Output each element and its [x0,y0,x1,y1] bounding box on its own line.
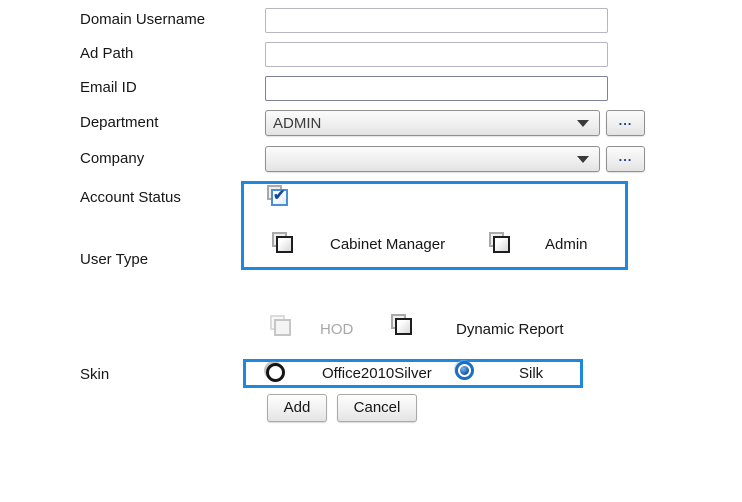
cabinet-manager-checkbox[interactable] [272,232,295,255]
check-icon: ✔ [273,186,286,204]
domain-username-input[interactable] [265,8,608,33]
company-dropdown[interactable] [265,146,600,172]
chevron-down-icon [577,156,589,163]
department-selected-value: ADMIN [266,115,577,132]
email-id-label: Email ID [80,79,137,96]
user-form: Domain Username Ad Path Email ID Departm… [0,0,742,502]
admin-label: Admin [545,236,588,253]
cabinet-manager-label: Cabinet Manager [330,236,445,253]
company-browse-button[interactable]: ... [606,146,645,172]
account-status-checkbox[interactable]: ✔ [267,185,290,208]
skin-label: Skin [80,366,109,383]
admin-checkbox[interactable] [489,232,512,255]
company-label: Company [80,150,144,167]
ad-path-label: Ad Path [80,45,133,62]
email-id-input[interactable] [265,76,608,101]
account-usertype-highlight-box [241,181,628,270]
cancel-button[interactable]: Cancel [337,394,417,422]
account-status-label: Account Status [80,189,181,206]
department-dropdown[interactable]: ADMIN [265,110,600,136]
dynamic-report-checkbox[interactable] [391,314,414,337]
department-label: Department [80,114,158,131]
user-type-label: User Type [80,251,148,268]
chevron-down-icon [577,120,589,127]
domain-username-label: Domain Username [80,11,205,28]
skin-silk-radio[interactable] [455,361,474,380]
hod-checkbox [270,315,293,338]
dynamic-report-label: Dynamic Report [456,321,564,338]
department-browse-button[interactable]: ... [606,110,645,136]
skin-office2010silver-label: Office2010Silver [322,365,432,382]
add-button[interactable]: Add [267,394,327,422]
ad-path-input[interactable] [265,42,608,67]
skin-silk-label: Silk [519,365,543,382]
hod-label: HOD [320,321,353,338]
skin-office2010silver-radio[interactable] [266,363,285,382]
